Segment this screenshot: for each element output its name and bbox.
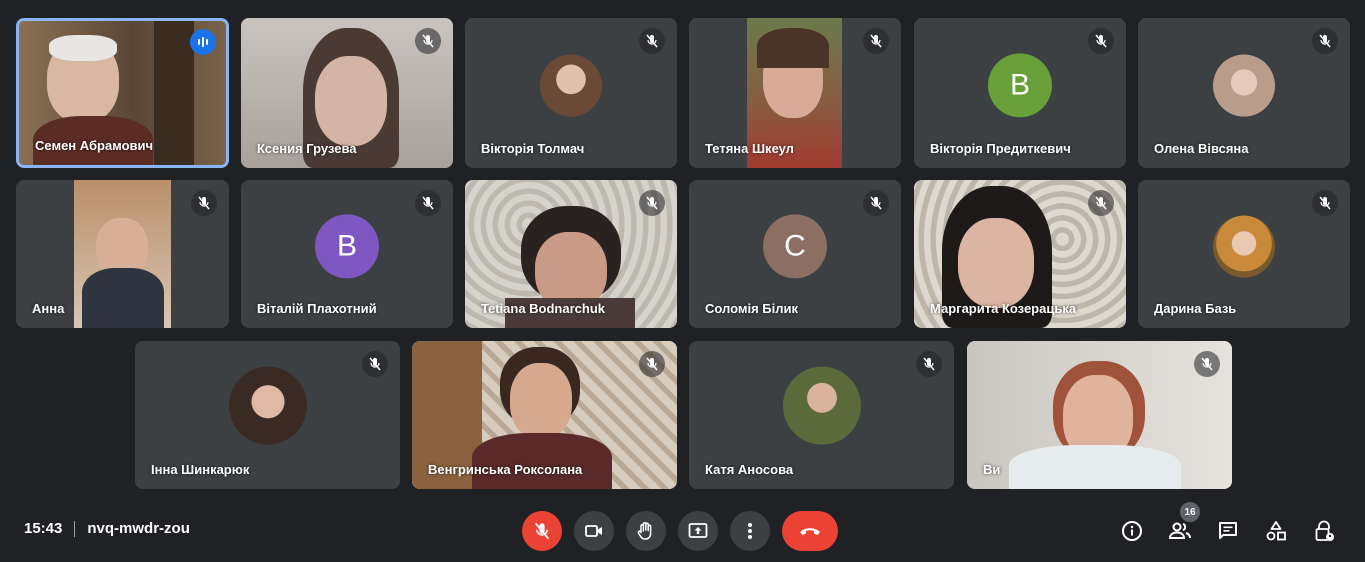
mic-off-icon bbox=[863, 28, 889, 54]
mic-off-icon bbox=[415, 190, 441, 216]
participant-tile[interactable]: Інна Шинкарюк bbox=[135, 341, 400, 489]
mic-off-icon bbox=[863, 190, 889, 216]
video-feed bbox=[74, 180, 171, 328]
meeting-details-button[interactable] bbox=[1117, 516, 1147, 546]
mic-off-icon bbox=[1088, 190, 1114, 216]
activities-icon bbox=[1266, 521, 1286, 541]
avatar-initial: С bbox=[763, 214, 827, 279]
participant-name: Катя Аносова bbox=[705, 462, 794, 477]
mic-off-icon bbox=[916, 351, 942, 377]
speaking-indicator-icon bbox=[190, 29, 216, 55]
mic-off-icon bbox=[534, 522, 550, 540]
participant-tile[interactable]: Ви bbox=[967, 341, 1232, 489]
participant-name: Вікторія Толмач bbox=[481, 141, 585, 156]
participant-tile[interactable]: Дарина Базь bbox=[1138, 180, 1350, 328]
participant-tile[interactable]: Маргарита Козерацька bbox=[914, 180, 1126, 328]
present-icon bbox=[688, 523, 708, 538]
meeting-code[interactable]: nvq-mwdr-zou bbox=[87, 520, 190, 537]
participant-tile[interactable]: Tetiana Bodnarchuk bbox=[465, 180, 677, 328]
leave-call-button[interactable] bbox=[782, 511, 838, 551]
mic-off-icon bbox=[1194, 351, 1220, 377]
participant-name: Tetiana Bodnarchuk bbox=[481, 301, 606, 316]
participant-name: Інна Шинкарюк bbox=[151, 462, 250, 477]
mic-off-icon bbox=[415, 28, 441, 54]
activities-button[interactable] bbox=[1261, 516, 1291, 546]
profile-photo bbox=[540, 54, 602, 117]
participant-tile[interactable]: Олена Вівсяна bbox=[1138, 18, 1350, 168]
chat-icon bbox=[1219, 522, 1237, 539]
mic-off-icon bbox=[639, 190, 665, 216]
participant-tile[interactable]: Тетяна Шкеул bbox=[689, 18, 901, 168]
camera-icon bbox=[585, 525, 602, 537]
mic-off-icon bbox=[362, 351, 388, 377]
participant-name: Олена Вівсяна bbox=[1154, 141, 1249, 156]
participant-name: Тетяна Шкеул bbox=[705, 141, 794, 156]
meeting-time: 15:43 bbox=[24, 520, 63, 537]
mic-off-icon bbox=[639, 351, 665, 377]
profile-photo bbox=[782, 366, 861, 445]
participant-tile[interactable]: Вікторія Толмач bbox=[465, 18, 677, 168]
mic-off-icon bbox=[639, 28, 665, 54]
profile-photo bbox=[1213, 54, 1275, 117]
mic-off-icon bbox=[191, 190, 217, 216]
lock-person-icon bbox=[1315, 520, 1334, 541]
participant-tile[interactable]: В Вікторія Предиткевич bbox=[914, 18, 1126, 168]
participant-name: Ксения Грузева bbox=[257, 141, 357, 156]
people-icon bbox=[1168, 522, 1191, 539]
more-vert-icon bbox=[748, 523, 752, 539]
camera-toggle-button[interactable] bbox=[574, 511, 614, 551]
participant-tile[interactable]: С Соломія Білик bbox=[689, 180, 901, 328]
present-screen-button[interactable] bbox=[678, 511, 718, 551]
participants-count-badge: 16 bbox=[1180, 502, 1200, 522]
participant-tile[interactable]: Семен Абрамович bbox=[16, 18, 229, 168]
control-bar: 15:43 nvq-mwdr-zou bbox=[0, 498, 1365, 562]
participant-tile[interactable]: Катя Аносова bbox=[689, 341, 954, 489]
host-controls-button[interactable] bbox=[1309, 516, 1339, 546]
avatar-initial: В bbox=[988, 53, 1052, 118]
divider bbox=[74, 520, 76, 537]
video-feed bbox=[967, 341, 1232, 489]
avatar-initial: В bbox=[315, 214, 379, 279]
participant-tile[interactable]: Ксения Грузева bbox=[241, 18, 453, 168]
call-end-icon bbox=[800, 528, 820, 535]
participant-name: Віталій Плахотний bbox=[257, 301, 377, 316]
participant-name: Анна bbox=[32, 301, 65, 316]
participant-name: Соломія Білик bbox=[705, 301, 798, 316]
mic-off-icon bbox=[1088, 28, 1114, 54]
raise-hand-button[interactable] bbox=[626, 511, 666, 551]
participant-name: Венгринська Роксолана bbox=[428, 462, 583, 477]
profile-photo bbox=[228, 366, 307, 445]
participant-name: Дарина Базь bbox=[1154, 301, 1237, 316]
participant-name: Маргарита Козерацька bbox=[930, 301, 1077, 316]
hand-icon bbox=[637, 522, 652, 540]
chat-button[interactable] bbox=[1213, 516, 1243, 546]
profile-photo bbox=[1213, 215, 1275, 278]
mic-off-icon bbox=[1312, 190, 1338, 216]
participant-tile[interactable]: В Віталій Плахотний bbox=[241, 180, 453, 328]
info-icon bbox=[1122, 521, 1142, 541]
meeting-info: 15:43 nvq-mwdr-zou bbox=[24, 520, 190, 537]
mic-off-icon bbox=[1312, 28, 1338, 54]
participant-tile[interactable]: Анна bbox=[16, 180, 229, 328]
participant-name: Ви bbox=[983, 462, 1001, 477]
participant-tile[interactable]: Венгринська Роксолана bbox=[412, 341, 677, 489]
mic-toggle-button[interactable] bbox=[522, 511, 562, 551]
participant-name: Вікторія Предиткевич bbox=[930, 141, 1071, 156]
more-options-button[interactable] bbox=[730, 511, 770, 551]
participant-name: Семен Абрамович bbox=[35, 138, 154, 153]
